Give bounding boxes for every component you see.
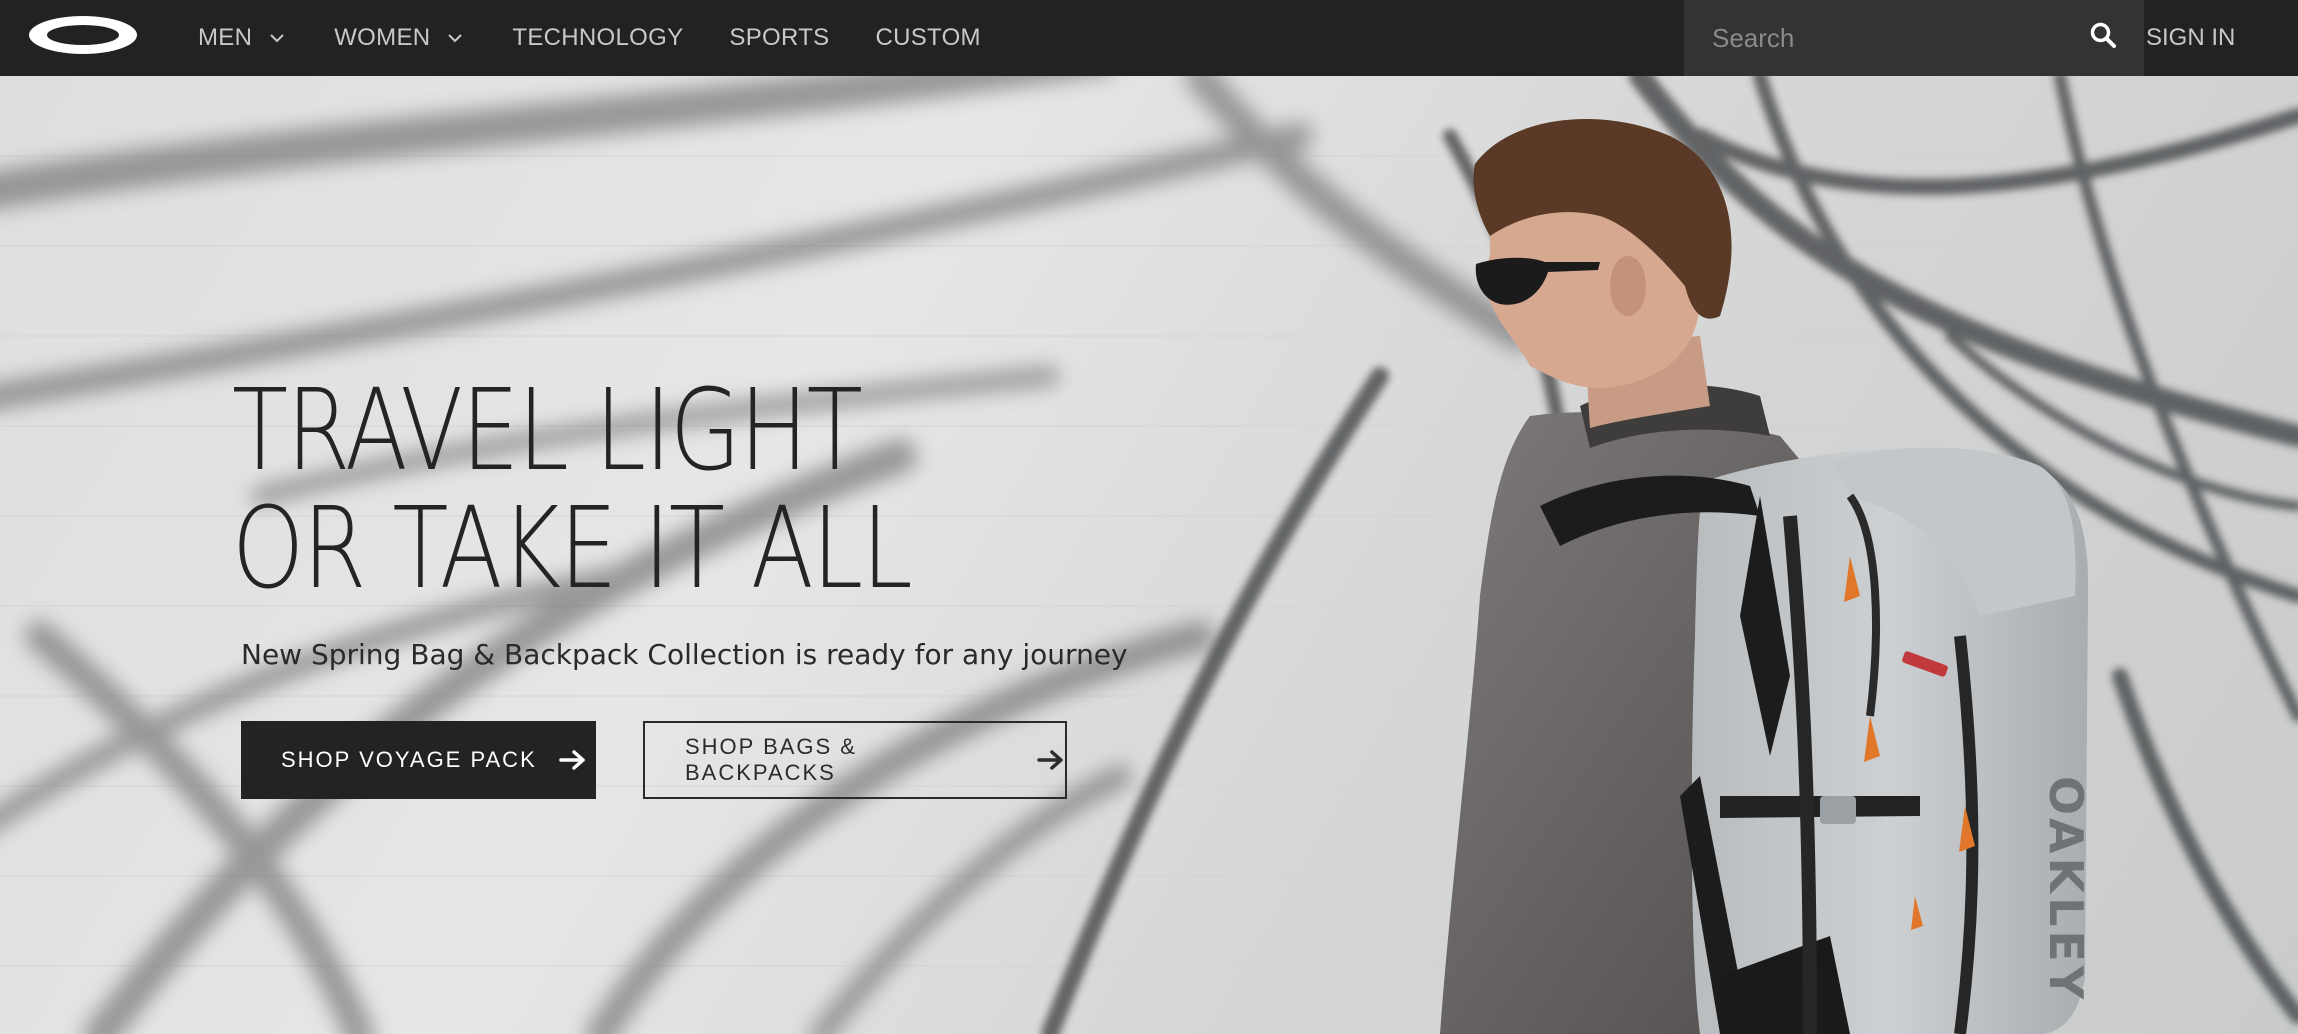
nav-item-technology[interactable]: TECHNOLOGY — [512, 24, 683, 52]
nav-item-men[interactable]: MEN — [198, 24, 288, 52]
search-icon[interactable] — [2088, 20, 2118, 50]
top-navigation: MEN WOMEN TECHNOLOGY SPORTS CUSTOM SIGN … — [0, 0, 2298, 76]
hero-headline-line-2: OR TAKE IT ALL — [232, 484, 913, 614]
sign-in-label: SIGN IN — [2146, 24, 2236, 51]
hero-banner: OAKLEY TRAVEL LIGHT OR TAKE IT ALL New S… — [0, 76, 2298, 1034]
nav-item-sports[interactable]: SPORTS — [729, 24, 829, 52]
search-input[interactable] — [1684, 21, 2064, 55]
nav-item-sports-label: SPORTS — [729, 24, 830, 51]
main-menu: MEN WOMEN TECHNOLOGY SPORTS CUSTOM — [198, 0, 1027, 76]
chevron-down-icon — [448, 34, 463, 43]
arrow-right-icon — [1037, 750, 1063, 770]
nav-item-custom-label: CUSTOM — [875, 24, 981, 51]
svg-text:OAKLEY: OAKLEY — [2039, 776, 2093, 1003]
search-bar — [1684, 0, 2144, 76]
nav-item-custom[interactable]: CUSTOM — [875, 24, 980, 52]
shop-voyage-pack-label: SHOP VOYAGE PACK — [281, 747, 537, 772]
shop-voyage-pack-button[interactable]: SHOP VOYAGE PACK — [241, 721, 596, 799]
nav-item-technology-label: TECHNOLOGY — [512, 24, 684, 51]
hero-headline-line-1: TRAVEL LIGHT — [232, 366, 863, 496]
shop-bags-backpacks-label: SHOP BAGS & BACKPACKS — [685, 734, 857, 785]
oakley-logo-icon[interactable] — [27, 14, 139, 56]
nav-item-men-label: MEN — [198, 24, 253, 51]
chevron-down-icon — [270, 34, 284, 43]
shop-bags-backpacks-button[interactable]: SHOP BAGS & BACKPACKS — [643, 721, 1067, 799]
hero-headline: TRAVEL LIGHT OR TAKE IT ALL — [232, 372, 913, 608]
arrow-right-icon — [559, 750, 585, 770]
sign-in-link[interactable]: SIGN IN — [2144, 0, 2298, 76]
nav-item-women-label: WOMEN — [334, 24, 431, 51]
nav-item-women[interactable]: WOMEN — [334, 24, 466, 52]
hero-subheadline: New Spring Bag & Backpack Collection is … — [241, 638, 1128, 671]
